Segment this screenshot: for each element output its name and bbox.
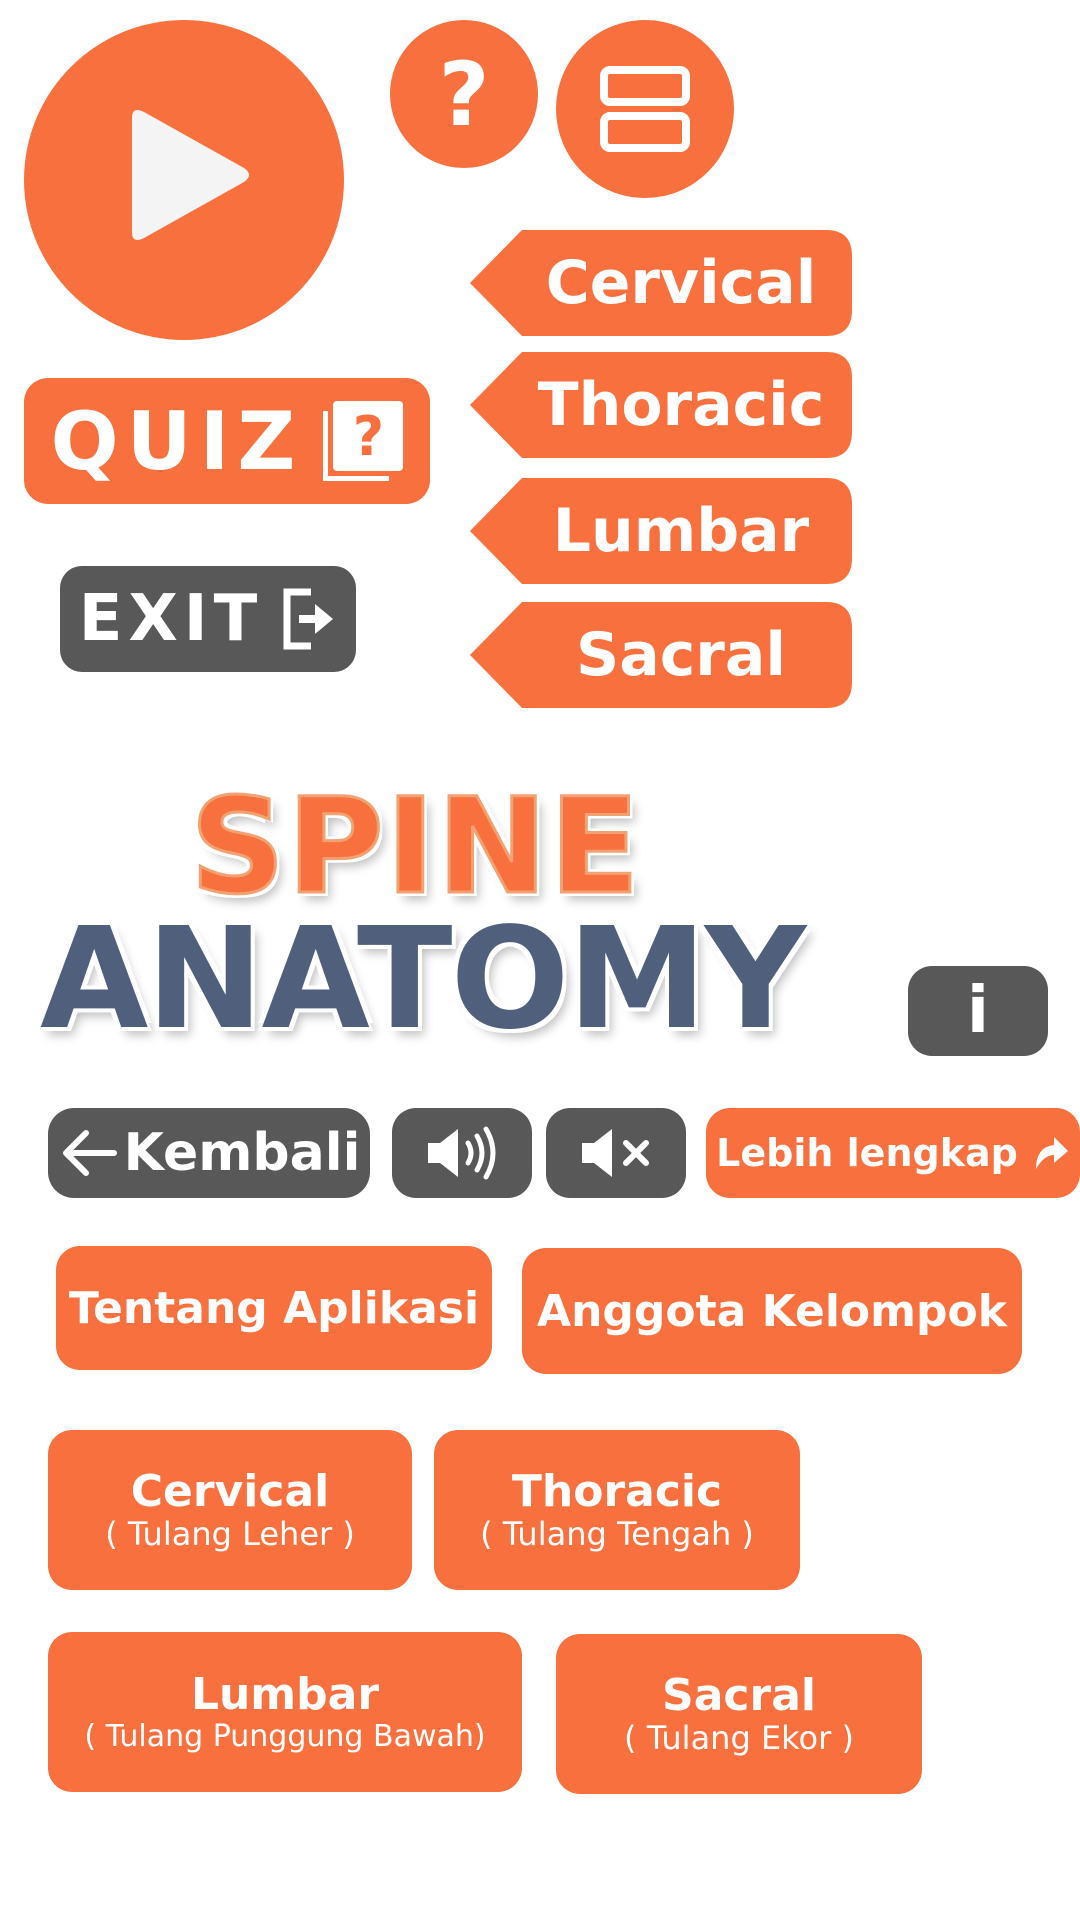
tag-label: Sacral	[576, 620, 786, 690]
tag-label: Cervical	[545, 248, 817, 318]
section-subtitle: ( Tulang Leher )	[105, 1514, 355, 1553]
about-app-label: Tentang Aplikasi	[68, 1282, 480, 1334]
tag-thoracic[interactable]: Thoracic	[470, 352, 852, 458]
external-link-icon	[1035, 1137, 1068, 1169]
tag-cervical[interactable]: Cervical	[470, 230, 852, 336]
arrow-left-icon	[62, 1130, 117, 1176]
section-cervical-button[interactable]: Cervical ( Tulang Leher )	[48, 1430, 412, 1590]
quiz-label: QUIZ	[50, 394, 304, 488]
menu-icon	[600, 66, 690, 152]
menu-button[interactable]	[556, 20, 734, 198]
play-icon	[132, 110, 249, 240]
tag-lumbar[interactable]: Lumbar	[470, 478, 852, 584]
more-info-label: Lebih lengkap	[716, 1131, 1018, 1175]
back-label: Kembali	[123, 1123, 361, 1183]
exit-button[interactable]: EXIT	[60, 566, 356, 672]
section-subtitle: ( Tulang Punggung Bawah)	[84, 1718, 486, 1754]
tag-label: Lumbar	[552, 496, 810, 566]
section-thoracic-button[interactable]: Thoracic ( Tulang Tengah )	[434, 1430, 800, 1590]
tag-label: Thoracic	[537, 370, 825, 440]
help-icon: ?	[438, 42, 490, 146]
mute-button[interactable]	[546, 1108, 686, 1198]
section-sacral-button[interactable]: Sacral ( Tulang Ekor )	[556, 1634, 922, 1794]
section-title: Thoracic	[511, 1466, 723, 1518]
section-title: Lumbar	[190, 1669, 380, 1721]
exit-icon	[283, 588, 334, 650]
group-members-button[interactable]: Anggota Kelompok	[522, 1248, 1022, 1374]
logo-anatomy: ANATOMY	[40, 898, 806, 1061]
section-lumbar-button[interactable]: Lumbar ( Tulang Punggung Bawah)	[48, 1632, 522, 1792]
info-button[interactable]: i	[908, 966, 1048, 1056]
about-app-button[interactable]: Tentang Aplikasi	[56, 1246, 492, 1370]
quiz-icon: ?	[323, 401, 404, 481]
volume-icon	[428, 1126, 496, 1180]
group-members-label: Anggota Kelompok	[537, 1285, 1007, 1337]
tag-sacral[interactable]: Sacral	[470, 602, 852, 708]
section-title: Cervical	[130, 1466, 330, 1518]
mute-icon	[582, 1129, 649, 1177]
help-button[interactable]: ?	[390, 20, 538, 168]
sound-on-button[interactable]	[392, 1108, 532, 1198]
quiz-button[interactable]: QUIZ ?	[24, 378, 430, 504]
back-button[interactable]: Kembali	[48, 1108, 370, 1198]
exit-label: EXIT	[78, 582, 264, 656]
section-subtitle: ( Tulang Ekor )	[624, 1718, 854, 1757]
section-subtitle: ( Tulang Tengah )	[480, 1514, 754, 1553]
app-logo: SPINE ANATOMY	[40, 769, 840, 1070]
info-icon: i	[967, 974, 989, 1048]
section-title: Sacral	[662, 1670, 816, 1722]
play-button[interactable]	[24, 20, 344, 340]
more-info-button[interactable]: Lebih lengkap	[706, 1108, 1080, 1198]
